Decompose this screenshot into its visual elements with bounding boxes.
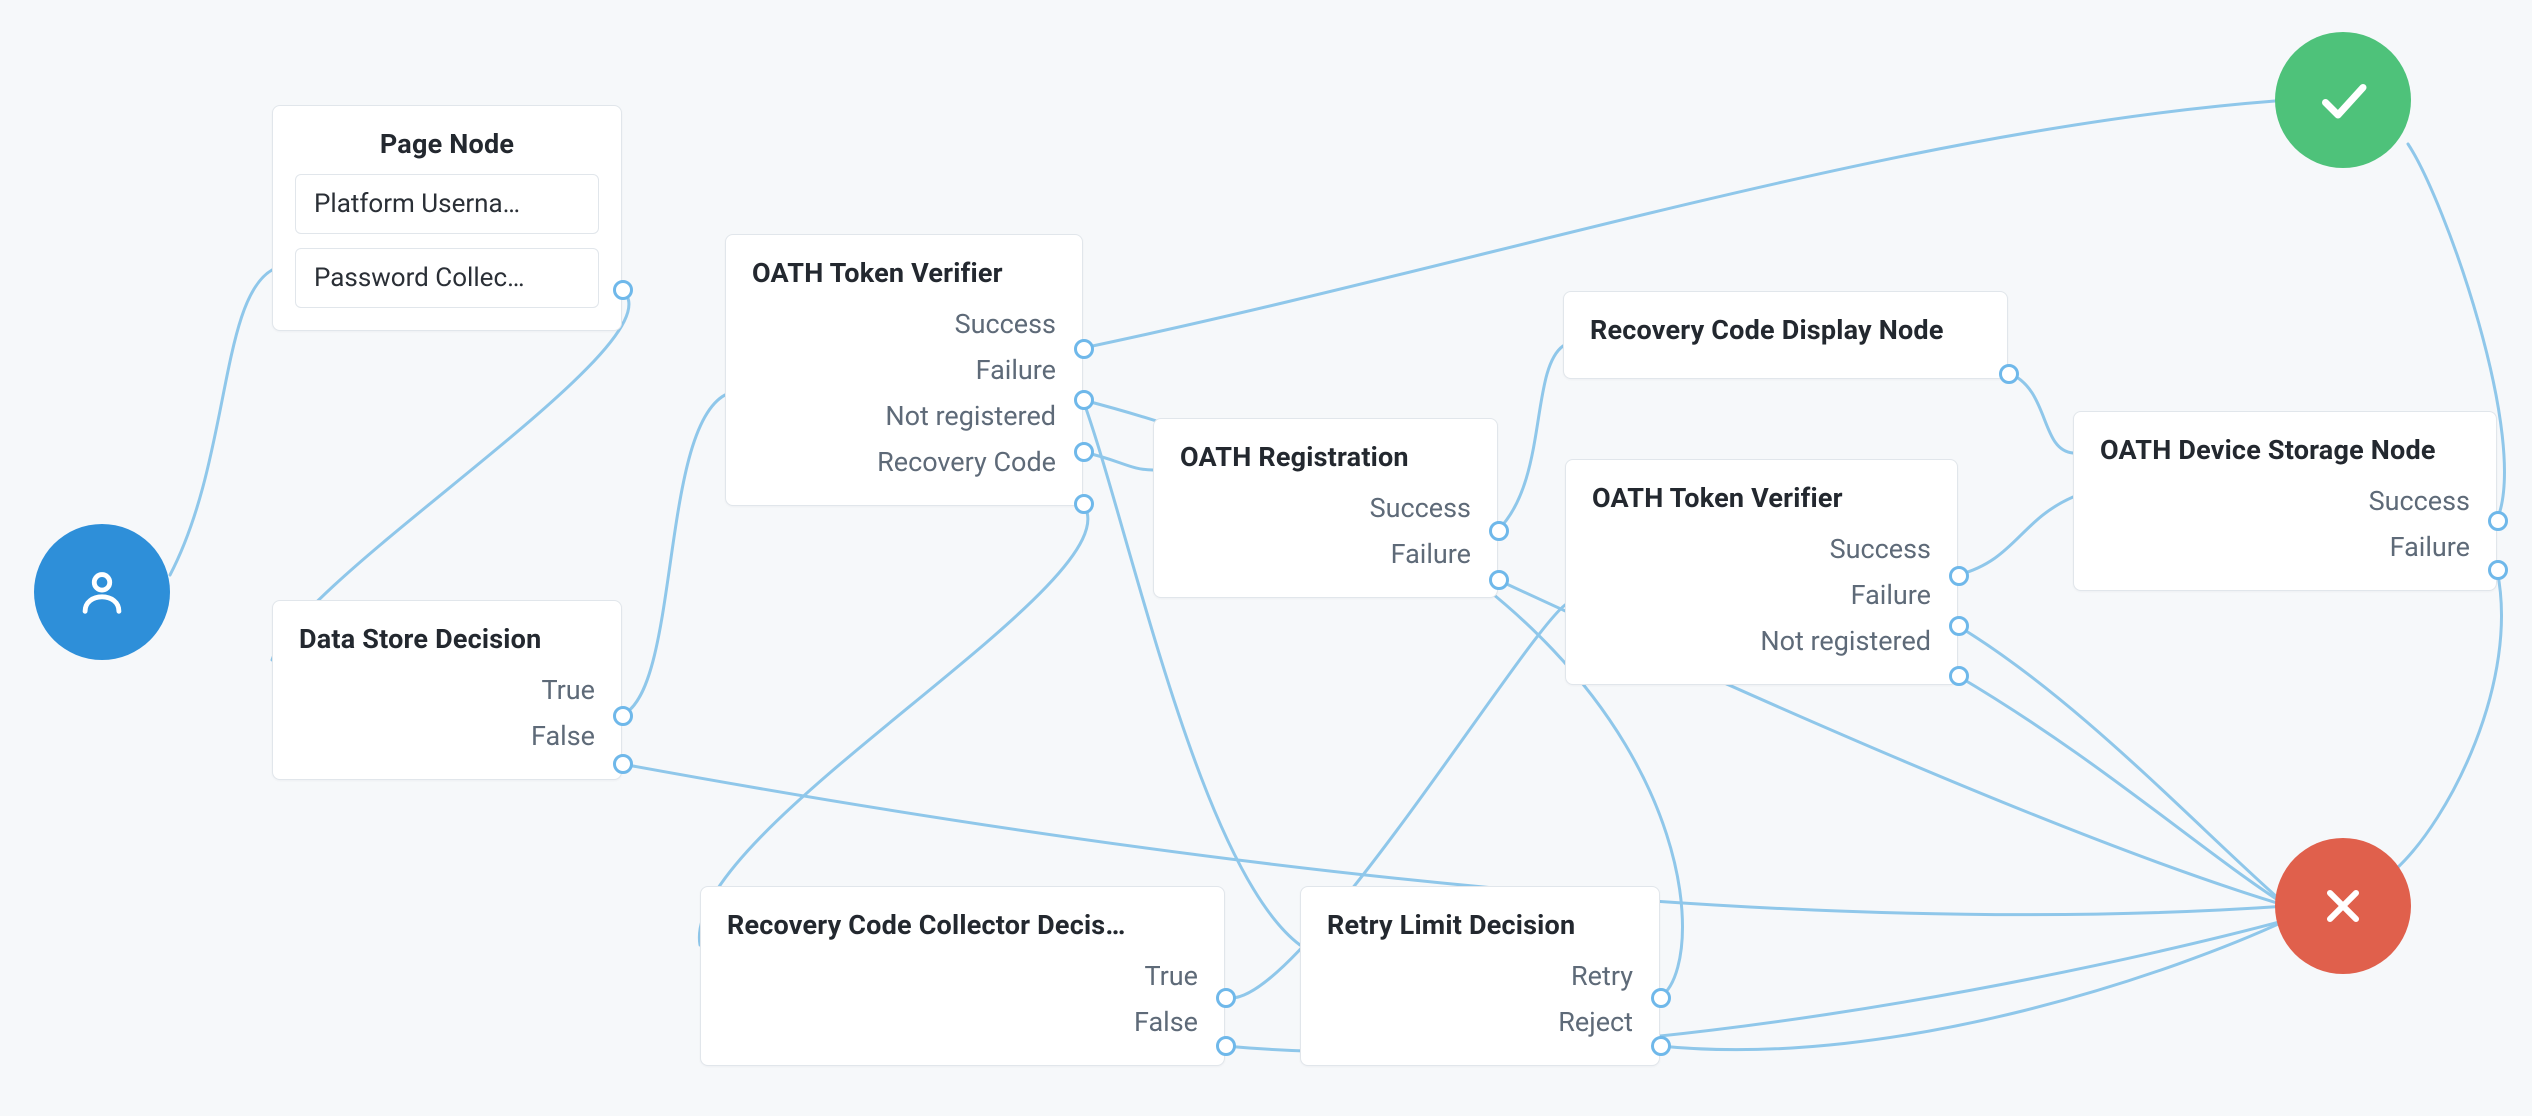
outcome-success: Success <box>1154 487 1471 529</box>
flow-canvas[interactable]: Page Node Platform Userna… Password Coll… <box>0 0 2532 1116</box>
port[interactable] <box>613 754 633 774</box>
outcome-not-registered: Not registered <box>726 395 1056 437</box>
port[interactable] <box>613 280 633 300</box>
port[interactable] <box>1074 494 1094 514</box>
port[interactable] <box>2488 511 2508 531</box>
x-icon <box>2317 880 2369 932</box>
outcome-failure: Failure <box>1566 574 1931 616</box>
port[interactable] <box>1074 339 1094 359</box>
node-title: Retry Limit Decision <box>1301 887 1659 955</box>
outcome-failure: Failure <box>726 349 1056 391</box>
port[interactable] <box>1216 988 1236 1008</box>
outcome-false: False <box>273 715 595 757</box>
node-data-store-decision[interactable]: Data Store Decision True False <box>272 600 622 780</box>
success-node[interactable] <box>2275 32 2411 168</box>
node-title: OATH Device Storage Node <box>2074 412 2496 480</box>
outcome-recovery-code: Recovery Code <box>726 441 1056 483</box>
node-title: Recovery Code Collector Decis… <box>701 887 1224 955</box>
port[interactable] <box>613 706 633 726</box>
outcome-success: Success <box>1566 528 1931 570</box>
person-icon <box>73 563 131 621</box>
start-node[interactable] <box>34 524 170 660</box>
node-title: OATH Registration <box>1154 419 1497 487</box>
port[interactable] <box>1216 1036 1236 1056</box>
outcome-success: Success <box>2074 480 2470 522</box>
port[interactable] <box>1651 1036 1671 1056</box>
outcome-reject: Reject <box>1301 1001 1633 1043</box>
port[interactable] <box>1949 616 1969 636</box>
node-title: OATH Token Verifier <box>1566 460 1957 528</box>
node-oath-token-verifier-1[interactable]: OATH Token Verifier Success Failure Not … <box>725 234 1083 506</box>
port[interactable] <box>1489 521 1509 541</box>
node-recovery-code-display[interactable]: Recovery Code Display Node <box>1563 291 2008 379</box>
outcome-failure: Failure <box>2074 526 2470 568</box>
outcome-not-registered: Not registered <box>1566 620 1931 662</box>
outcome-false: False <box>701 1001 1198 1043</box>
node-retry-limit-decision[interactable]: Retry Limit Decision Retry Reject <box>1300 886 1660 1066</box>
check-icon <box>2313 70 2373 130</box>
child-platform-username[interactable]: Platform Userna… <box>295 174 599 234</box>
node-oath-token-verifier-2[interactable]: OATH Token Verifier Success Failure Not … <box>1565 459 1958 685</box>
port[interactable] <box>1074 390 1094 410</box>
outcome-retry: Retry <box>1301 955 1633 997</box>
node-title: OATH Token Verifier <box>726 235 1082 303</box>
port[interactable] <box>1999 364 2019 384</box>
port[interactable] <box>1949 666 1969 686</box>
outcome-true: True <box>701 955 1198 997</box>
port[interactable] <box>1651 988 1671 1008</box>
port[interactable] <box>1489 570 1509 590</box>
port[interactable] <box>1949 566 1969 586</box>
node-oath-device-storage[interactable]: OATH Device Storage Node Success Failure <box>2073 411 2497 591</box>
failure-node[interactable] <box>2275 838 2411 974</box>
node-recovery-code-collector-decision[interactable]: Recovery Code Collector Decis… True Fals… <box>700 886 1225 1066</box>
port[interactable] <box>1074 442 1094 462</box>
node-oath-registration[interactable]: OATH Registration Success Failure <box>1153 418 1498 598</box>
port[interactable] <box>2488 560 2508 580</box>
outcome-success: Success <box>726 303 1056 345</box>
node-page-node[interactable]: Page Node Platform Userna… Password Coll… <box>272 105 622 331</box>
outcome-failure: Failure <box>1154 533 1471 575</box>
node-title: Page Node <box>273 106 621 174</box>
outcome-true: True <box>273 669 595 711</box>
node-title: Recovery Code Display Node <box>1564 292 2007 360</box>
node-title: Data Store Decision <box>273 601 621 669</box>
child-password-collector[interactable]: Password Collec… <box>295 248 599 308</box>
